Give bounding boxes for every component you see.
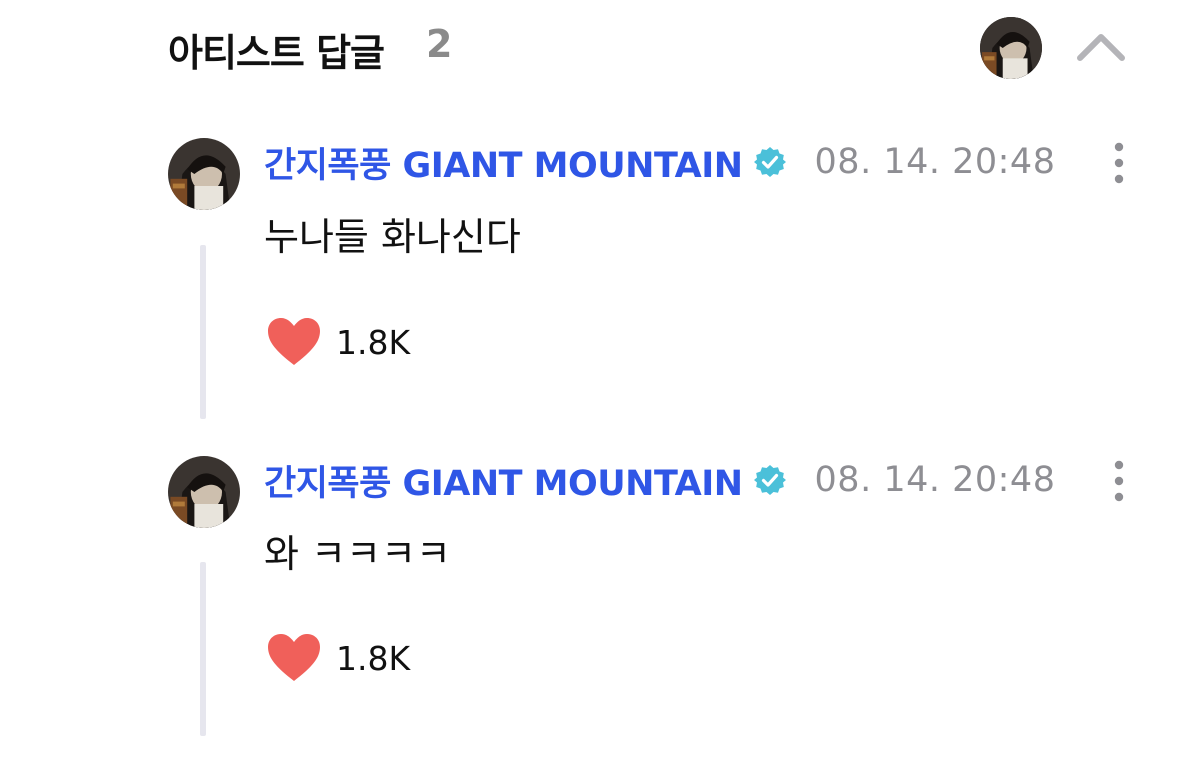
collapse-button[interactable] [1074,28,1128,66]
timestamp: 08. 14. 20:48 [814,142,1056,182]
like-row: 1.8K [266,630,410,686]
author-name[interactable]: 간지폭풍 GIANT MOUNTAIN [264,137,743,188]
like-button[interactable] [266,632,322,684]
more-vertical-icon [1114,460,1124,502]
verified-badge-icon [753,145,787,179]
reply-count: 2 [426,22,453,66]
more-options-button[interactable] [1108,458,1130,504]
like-row: 1.8K [266,314,410,370]
reply-header: 간지폭풍 GIANT MOUNTAIN 08. 14. 20:48 [264,140,1056,186]
author-avatar[interactable] [168,456,240,528]
verified-badge-icon [753,463,787,497]
like-button[interactable] [266,316,322,368]
artist-avatar-icon[interactable] [980,17,1042,79]
reply-header: 간지폭풍 GIANT MOUNTAIN 08. 14. 20:48 [264,458,1056,504]
author-avatar[interactable] [168,138,240,210]
more-options-button[interactable] [1108,140,1130,186]
reply-text: 와 ㅋㅋㅋㅋ [264,532,451,576]
thread-line [200,245,206,419]
reply-text: 누나들 화나신다 [264,215,521,259]
like-count: 1.8K [336,638,411,678]
thread-line [200,562,206,736]
heart-icon [268,634,320,681]
timestamp: 08. 14. 20:48 [814,460,1056,500]
author-name[interactable]: 간지폭풍 GIANT MOUNTAIN [264,455,743,506]
heart-icon [268,318,320,365]
section-title: 아티스트 답글 [168,31,385,75]
more-vertical-icon [1114,142,1124,184]
chevron-up-icon [1077,34,1125,61]
like-count: 1.8K [336,322,411,362]
